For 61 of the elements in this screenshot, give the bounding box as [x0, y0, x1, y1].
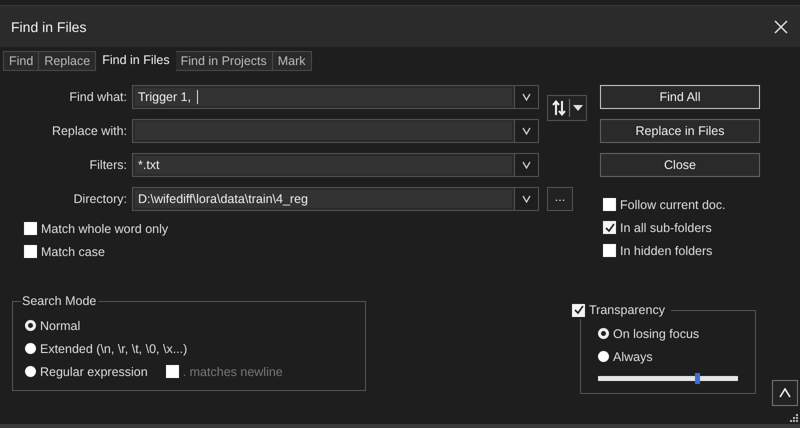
- combo-field[interactable]: Trigger 1,: [132, 85, 515, 109]
- combo-field[interactable]: D:\wifediff\lora\data\train\4_reg: [132, 187, 515, 211]
- swap-direction-button[interactable]: [547, 95, 587, 121]
- field-value: D:\wifediff\lora\data\train\4_reg: [138, 192, 308, 206]
- field-label: Filters:: [88, 158, 128, 172]
- action-button[interactable]: Replace in Files: [600, 119, 760, 143]
- radio-label: Always: [613, 350, 653, 364]
- checkbox-label: In all sub-folders: [620, 220, 712, 234]
- slider-thumb[interactable]: [695, 373, 700, 384]
- chevron-down-icon: [522, 93, 531, 101]
- action-button[interactable]: Close: [600, 153, 760, 177]
- checkbox-label: Match whole word only: [41, 222, 168, 236]
- radio-label: Extended (\n, \r, \t, \0, \x...): [40, 342, 188, 356]
- tab[interactable]: Find: [3, 51, 40, 71]
- tab[interactable]: Replace: [39, 51, 96, 71]
- tab[interactable]: Mark: [272, 51, 312, 71]
- checkbox[interactable]: [603, 221, 616, 234]
- combo-field[interactable]: *.txt: [132, 153, 515, 177]
- radio-label: Normal: [40, 318, 80, 332]
- field-value: *.txt: [138, 158, 160, 172]
- chevron-down-icon: [522, 161, 531, 169]
- group-title: Search Mode: [21, 294, 100, 308]
- field-label: Directory:: [72, 192, 128, 206]
- checkbox[interactable]: [24, 245, 37, 258]
- collapse-button[interactable]: [772, 380, 798, 406]
- tab[interactable]: Find in Projects: [176, 51, 273, 71]
- checkbox[interactable]: [603, 198, 616, 211]
- transparency-slider[interactable]: [598, 376, 738, 381]
- checkbox-label: Transparency: [589, 303, 665, 317]
- checkbox[interactable]: [24, 222, 37, 235]
- combo-field[interactable]: [132, 119, 515, 143]
- radio-label: On losing focus: [613, 326, 700, 340]
- resize-grip-icon[interactable]: [790, 414, 798, 422]
- checkbox-label: Follow current doc.: [620, 198, 726, 212]
- window-title: Find in Files: [11, 18, 86, 34]
- checkbox[interactable]: [572, 304, 585, 316]
- field-value: Trigger 1,: [138, 90, 198, 104]
- radio-button[interactable]: [25, 366, 36, 377]
- chevron-down-icon: [522, 195, 531, 203]
- checkbox-label: Match case: [41, 244, 105, 258]
- field-label: Find what:: [68, 90, 128, 104]
- dropdown-button[interactable]: [515, 85, 539, 109]
- action-button[interactable]: Find All: [600, 85, 760, 109]
- checkbox-label: . matches newline: [182, 364, 283, 378]
- chevron-down-icon: [522, 127, 531, 135]
- radio-button[interactable]: [598, 328, 609, 339]
- chevron-up-icon: [779, 388, 791, 398]
- checkbox[interactable]: [603, 244, 616, 257]
- radio-button[interactable]: [25, 343, 36, 354]
- up-down-arrows-icon: [552, 100, 566, 116]
- dropdown-button[interactable]: [515, 119, 539, 143]
- close-icon[interactable]: [774, 20, 788, 34]
- radio-button[interactable]: [598, 351, 609, 362]
- dropdown-button[interactable]: [515, 153, 539, 177]
- dropdown-button[interactable]: [515, 187, 539, 211]
- browse-button[interactable]: ...: [547, 187, 573, 211]
- radio-label: Regular expression: [40, 364, 148, 378]
- triangle-down-icon: [572, 105, 582, 111]
- radio-button[interactable]: [25, 320, 36, 331]
- field-label: Replace with:: [50, 124, 128, 138]
- checkbox-label: In hidden folders: [620, 244, 712, 258]
